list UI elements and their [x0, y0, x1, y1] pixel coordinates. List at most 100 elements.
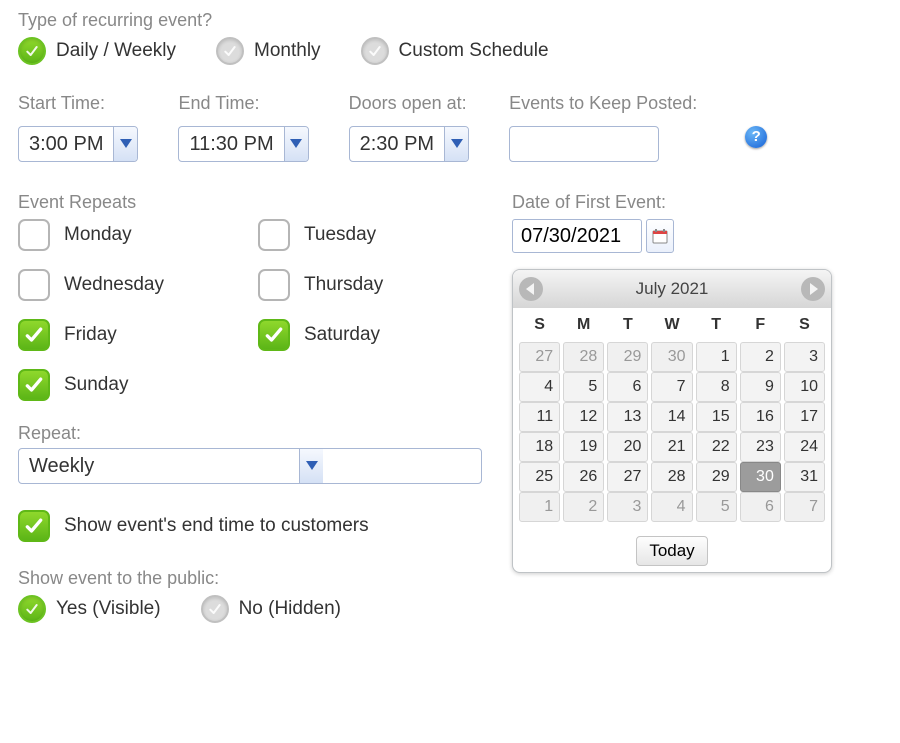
calendar-day[interactable]: 4	[519, 372, 560, 402]
repeat-combo[interactable]: Weekly	[18, 448, 482, 484]
calendar-dow-row: SMTWTFS	[519, 312, 825, 338]
calendar-day[interactable]: 13	[607, 402, 648, 432]
doors-open-value: 2:30 PM	[350, 127, 444, 161]
calendar-day[interactable]: 29	[607, 342, 648, 372]
radio-icon	[216, 37, 244, 65]
end-time-combo[interactable]: 11:30 PM	[178, 126, 308, 162]
show-end-time-checkbox[interactable]	[18, 510, 50, 542]
calendar-prev-button[interactable]	[519, 277, 543, 301]
day-label: Monday	[64, 224, 132, 246]
recurring-type-option-daily_weekly[interactable]: Daily / Weekly	[18, 37, 176, 65]
calendar-day[interactable]: 30	[651, 342, 692, 372]
start-time-field: Start Time: 3:00 PM	[18, 93, 138, 162]
calendar-footer: Today	[513, 530, 831, 572]
calendar-day[interactable]: 31	[784, 462, 825, 492]
calendar-day[interactable]: 16	[740, 402, 781, 432]
day-mon[interactable]: Monday	[18, 219, 238, 251]
calendar-day[interactable]: 1	[519, 492, 560, 522]
left-column: Event Repeats MondayTuesdayWednesdayThur…	[18, 192, 482, 623]
day-tue[interactable]: Tuesday	[258, 219, 478, 251]
calendar-day[interactable]: 30	[740, 462, 781, 492]
day-label: Saturday	[304, 324, 380, 346]
events-keep-input-wrap	[509, 126, 659, 162]
calendar-day[interactable]: 21	[651, 432, 692, 462]
calendar-body: SMTWTFS 27282930123456789101112131415161…	[513, 308, 831, 530]
calendar-day[interactable]: 28	[651, 462, 692, 492]
radio-icon	[18, 595, 46, 623]
day-sat[interactable]: Saturday	[258, 319, 478, 351]
calendar-day[interactable]: 6	[607, 372, 648, 402]
calendar-day[interactable]: 3	[784, 342, 825, 372]
calendar-day[interactable]: 19	[563, 432, 604, 462]
checkbox-icon	[18, 269, 50, 301]
calendar-day[interactable]: 17	[784, 402, 825, 432]
calendar-day[interactable]: 18	[519, 432, 560, 462]
calendar-day[interactable]: 26	[563, 462, 604, 492]
calendar-day[interactable]: 8	[696, 372, 737, 402]
repeat-value: Weekly	[19, 449, 299, 483]
calendar-day[interactable]: 5	[563, 372, 604, 402]
recurring-type-label: Custom Schedule	[399, 40, 549, 62]
calendar-day[interactable]: 15	[696, 402, 737, 432]
calendar-day[interactable]: 20	[607, 432, 648, 462]
calendar-dow: M	[563, 312, 604, 338]
recurring-type-option-custom[interactable]: Custom Schedule	[361, 37, 549, 65]
events-keep-field: Events to Keep Posted:	[509, 93, 697, 162]
calendar-day[interactable]: 7	[651, 372, 692, 402]
calendar-next-button[interactable]	[801, 277, 825, 301]
show-public-label: Show event to the public:	[18, 568, 482, 589]
time-row: Start Time: 3:00 PM End Time: 11:30 PM D…	[18, 93, 882, 162]
calendar-day[interactable]: 2	[563, 492, 604, 522]
dropdown-icon	[113, 127, 137, 161]
calendar-day[interactable]: 29	[696, 462, 737, 492]
calendar-dow: F	[740, 312, 781, 338]
calendar-day[interactable]: 4	[651, 492, 692, 522]
calendar-day[interactable]: 2	[740, 342, 781, 372]
repeat-block: Repeat: Weekly	[18, 423, 482, 484]
doors-open-combo[interactable]: 2:30 PM	[349, 126, 469, 162]
day-wed[interactable]: Wednesday	[18, 269, 238, 301]
help-icon[interactable]: ?	[745, 126, 767, 148]
repeat-label: Repeat:	[18, 423, 482, 444]
calendar-day[interactable]: 6	[740, 492, 781, 522]
start-time-combo[interactable]: 3:00 PM	[18, 126, 138, 162]
calendar-day[interactable]: 14	[651, 402, 692, 432]
date-first-input[interactable]	[512, 219, 642, 253]
calendar-day[interactable]: 22	[696, 432, 737, 462]
calendar-day[interactable]: 23	[740, 432, 781, 462]
day-sun[interactable]: Sunday	[18, 369, 238, 401]
calendar-button[interactable]	[646, 219, 674, 253]
calendar-day[interactable]: 1	[696, 342, 737, 372]
calendar-day[interactable]: 3	[607, 492, 648, 522]
calendar-week-row: 25262728293031	[519, 462, 825, 492]
calendar-day[interactable]: 25	[519, 462, 560, 492]
doors-open-field: Doors open at: 2:30 PM	[349, 93, 469, 162]
visibility-option-yes[interactable]: Yes (Visible)	[18, 595, 161, 623]
show-end-time-label: Show event's end time to customers	[64, 515, 369, 537]
calendar-day[interactable]: 7	[784, 492, 825, 522]
calendar-day[interactable]: 9	[740, 372, 781, 402]
calendar-dow: T	[607, 312, 648, 338]
show-end-time-row: Show event's end time to customers	[18, 510, 482, 542]
dropdown-icon	[444, 127, 468, 161]
events-keep-input[interactable]	[510, 127, 658, 161]
day-thu[interactable]: Thursday	[258, 269, 478, 301]
day-fri[interactable]: Friday	[18, 319, 238, 351]
start-time-label: Start Time:	[18, 93, 138, 114]
calendar-day[interactable]: 5	[696, 492, 737, 522]
calendar-day[interactable]: 28	[563, 342, 604, 372]
calendar-today-button[interactable]: Today	[636, 536, 707, 566]
calendar-day[interactable]: 27	[519, 342, 560, 372]
calendar-day[interactable]: 11	[519, 402, 560, 432]
calendar-icon	[652, 228, 668, 244]
calendar-widget: July 2021 SMTWTFS 2728293012345678910111…	[512, 269, 832, 573]
calendar-day[interactable]: 10	[784, 372, 825, 402]
calendar-header: July 2021	[513, 270, 831, 308]
calendar-week-row: 1234567	[519, 492, 825, 522]
visibility-option-no[interactable]: No (Hidden)	[201, 595, 341, 623]
recurring-type-option-monthly[interactable]: Monthly	[216, 37, 321, 65]
calendar-day[interactable]: 12	[563, 402, 604, 432]
calendar-day[interactable]: 24	[784, 432, 825, 462]
calendar-dow: S	[784, 312, 825, 338]
calendar-day[interactable]: 27	[607, 462, 648, 492]
